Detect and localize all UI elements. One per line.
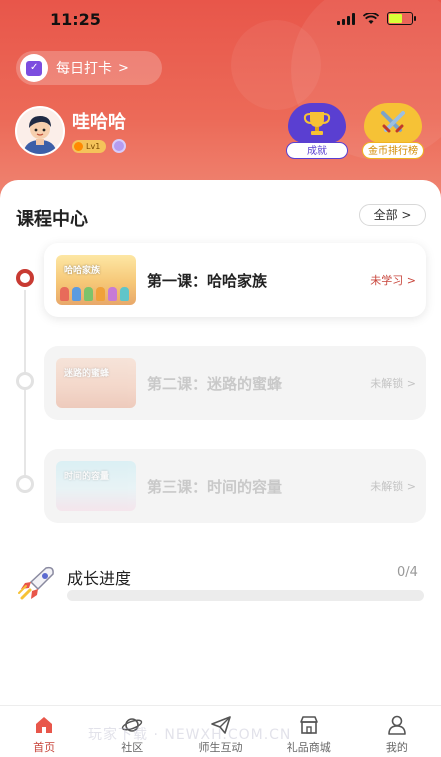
user-badges: Lv1 — [72, 139, 127, 153]
trophy-icon — [303, 112, 331, 135]
calendar-check-icon — [20, 54, 48, 82]
course-title: 第一课：哈哈家族 — [147, 271, 268, 290]
tab-label: 我的 — [385, 741, 408, 754]
tab-profile[interactable]: 我的 — [353, 706, 441, 757]
course-title: 第三课：时间的容量 — [147, 477, 283, 496]
course-thumbnail: 时间的容量 — [56, 461, 136, 511]
view-all-button[interactable]: 全部 > — [359, 204, 426, 226]
timeline-dot-locked — [16, 372, 34, 390]
planet-icon — [122, 718, 143, 732]
timeline-dot-locked — [16, 475, 34, 493]
course-thumbnail: 哈哈家族 — [56, 255, 136, 305]
wifi-icon — [363, 12, 379, 24]
coin-ranking-label: 金币排行榜 — [362, 142, 424, 159]
course-thumbnail-title: 哈哈家族 — [64, 266, 101, 276]
course-center-title: 课程中心 — [16, 209, 88, 230]
course-status: 未学习 > — [370, 274, 416, 287]
tab-label: 社区 — [121, 741, 144, 754]
course-card-1[interactable]: 哈哈家族 第一课：哈哈家族 未学习 > — [44, 243, 426, 317]
achievement-label: 成就 — [286, 142, 348, 159]
battery-icon — [387, 12, 416, 25]
bottom-tab-bar: 首页 社区 师生互动 礼品商城 我的 — [0, 705, 441, 757]
status-time: 11:25 — [50, 10, 101, 29]
level-badge-label: Lv1 — [86, 141, 101, 151]
course-status: 未解锁 > — [370, 480, 416, 493]
course-thumbnail-title: 时间的容量 — [64, 472, 110, 482]
tab-community[interactable]: 社区 — [88, 706, 176, 757]
gem-badge-icon — [112, 139, 127, 153]
course-card-3[interactable]: 时间的容量 第三课：时间的容量 未解锁 > — [44, 449, 426, 523]
store-icon — [299, 716, 318, 734]
checkin-label: 每日打卡 — [56, 61, 112, 77]
avatar[interactable] — [15, 106, 65, 156]
username: 哇哈哈 — [72, 112, 126, 133]
growth-progress-bar — [67, 590, 424, 601]
tab-gift-store[interactable]: 礼品商城 — [265, 706, 353, 757]
course-thumbnail-title: 迷路的蜜蜂 — [64, 369, 110, 379]
course-card-2[interactable]: 迷路的蜜蜂 第二课：迷路的蜜蜂 未解锁 > — [44, 346, 426, 420]
tab-teacher-student[interactable]: 师生互动 — [176, 706, 264, 757]
status-icons — [337, 12, 416, 25]
achievement-button[interactable]: 成就 — [286, 103, 348, 159]
tab-label: 礼品商城 — [286, 741, 331, 754]
timeline-dot-active — [16, 269, 34, 287]
course-title: 第二课：迷路的蜜蜂 — [147, 374, 283, 393]
course-thumbnail: 迷路的蜜蜂 — [56, 358, 136, 408]
crossed-swords-icon — [381, 111, 405, 133]
signal-icon — [337, 12, 355, 25]
growth-progress-count: 0/4 — [397, 565, 418, 580]
tab-home[interactable]: 首页 — [0, 706, 88, 757]
status-bar: 11:25 — [0, 0, 441, 40]
coin-ranking-button[interactable]: 金币排行榜 — [362, 103, 424, 159]
course-status: 未解锁 > — [370, 377, 416, 390]
tab-label: 首页 — [33, 741, 56, 754]
level-badge: Lv1 — [72, 139, 107, 153]
rocket-icon — [18, 566, 54, 600]
paper-plane-icon — [210, 716, 231, 734]
home-icon — [36, 717, 53, 733]
tab-label: 师生互动 — [198, 741, 243, 754]
chevron-right-icon: > — [118, 60, 129, 76]
daily-checkin-button[interactable]: 每日打卡 > — [16, 51, 162, 85]
growth-progress-title: 成长进度 — [67, 569, 132, 588]
user-icon — [388, 715, 406, 735]
content-panel: 课程中心 全部 > 哈哈家族 第一课：哈哈家族 未学习 > 迷路的蜜蜂 第二课：… — [0, 180, 441, 705]
kids-illustration — [60, 287, 129, 301]
